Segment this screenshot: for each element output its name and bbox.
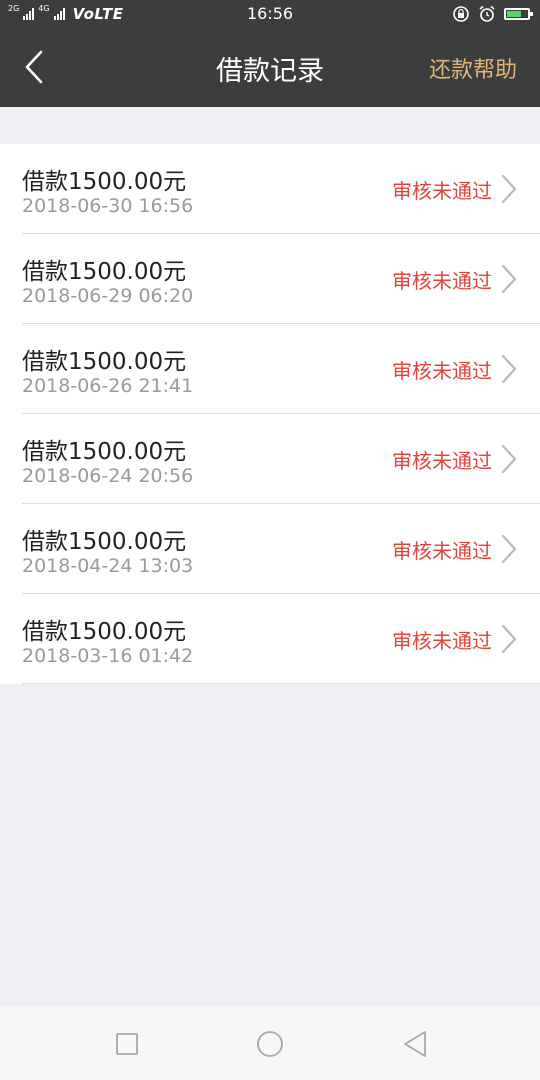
list-item[interactable]: 借款1500.00元 2018-03-16 01:42 审核未通过 <box>0 594 540 684</box>
loan-date-label: 2018-06-26 21:41 <box>22 375 194 397</box>
status-badge: 审核未通过 <box>392 629 492 653</box>
nav-bar: 借款记录 还款帮助 <box>0 27 540 107</box>
loan-amount-label: 借款1500.00元 <box>22 529 187 555</box>
status-icons <box>452 5 533 23</box>
status-badge: 审核未通过 <box>392 539 492 563</box>
loan-date-label: 2018-03-16 01:42 <box>22 645 194 667</box>
loan-amount-label: 借款1500.00元 <box>22 259 187 285</box>
recent-apps-button[interactable] <box>110 1027 144 1061</box>
status-badge: 审核未通过 <box>392 269 492 293</box>
list-item[interactable]: 借款1500.00元 2018-04-24 13:03 审核未通过 <box>0 504 540 594</box>
system-nav-bar <box>0 1007 540 1080</box>
list-item[interactable]: 借款1500.00元 2018-06-30 16:56 审核未通过 <box>0 144 540 234</box>
alarm-icon <box>479 5 495 22</box>
divider <box>22 683 540 684</box>
battery-icon <box>504 8 533 20</box>
home-button[interactable] <box>253 1027 287 1061</box>
rotation-lock-icon <box>453 6 469 22</box>
triangle-back-icon <box>404 1031 426 1057</box>
loan-amount-label: 借款1500.00元 <box>22 439 187 465</box>
loan-amount-label: 借款1500.00元 <box>22 349 187 375</box>
list-item[interactable]: 借款1500.00元 2018-06-26 21:41 审核未通过 <box>0 324 540 414</box>
chevron-right-icon <box>501 444 517 474</box>
loan-date-label: 2018-06-30 16:56 <box>22 195 194 217</box>
chevron-right-icon <box>501 174 517 204</box>
loan-date-label: 2018-06-29 06:20 <box>22 285 194 307</box>
loan-amount-label: 借款1500.00元 <box>22 619 187 645</box>
status-bar: 2G 4G VoLTE 16:56 <box>0 0 540 27</box>
status-badge: 审核未通过 <box>392 359 492 383</box>
status-badge: 审核未通过 <box>392 449 492 473</box>
loan-date-label: 2018-06-24 20:56 <box>22 465 194 487</box>
chevron-right-icon <box>501 624 517 654</box>
chevron-right-icon <box>501 264 517 294</box>
chevron-right-icon <box>501 534 517 564</box>
list-item[interactable]: 借款1500.00元 2018-06-24 20:56 审核未通过 <box>0 414 540 504</box>
loan-date-label: 2018-04-24 13:03 <box>22 555 194 577</box>
loan-amount-label: 借款1500.00元 <box>22 169 187 195</box>
list-item[interactable]: 借款1500.00元 2018-06-29 06:20 审核未通过 <box>0 234 540 324</box>
repayment-help-link[interactable]: 还款帮助 <box>429 52 517 84</box>
circle-icon <box>257 1031 283 1057</box>
status-badge: 审核未通过 <box>392 179 492 203</box>
square-icon <box>116 1033 138 1055</box>
loan-record-list: 借款1500.00元 2018-06-30 16:56 审核未通过 借款1500… <box>0 144 540 684</box>
system-back-button[interactable] <box>398 1027 432 1061</box>
chevron-right-icon <box>501 354 517 384</box>
